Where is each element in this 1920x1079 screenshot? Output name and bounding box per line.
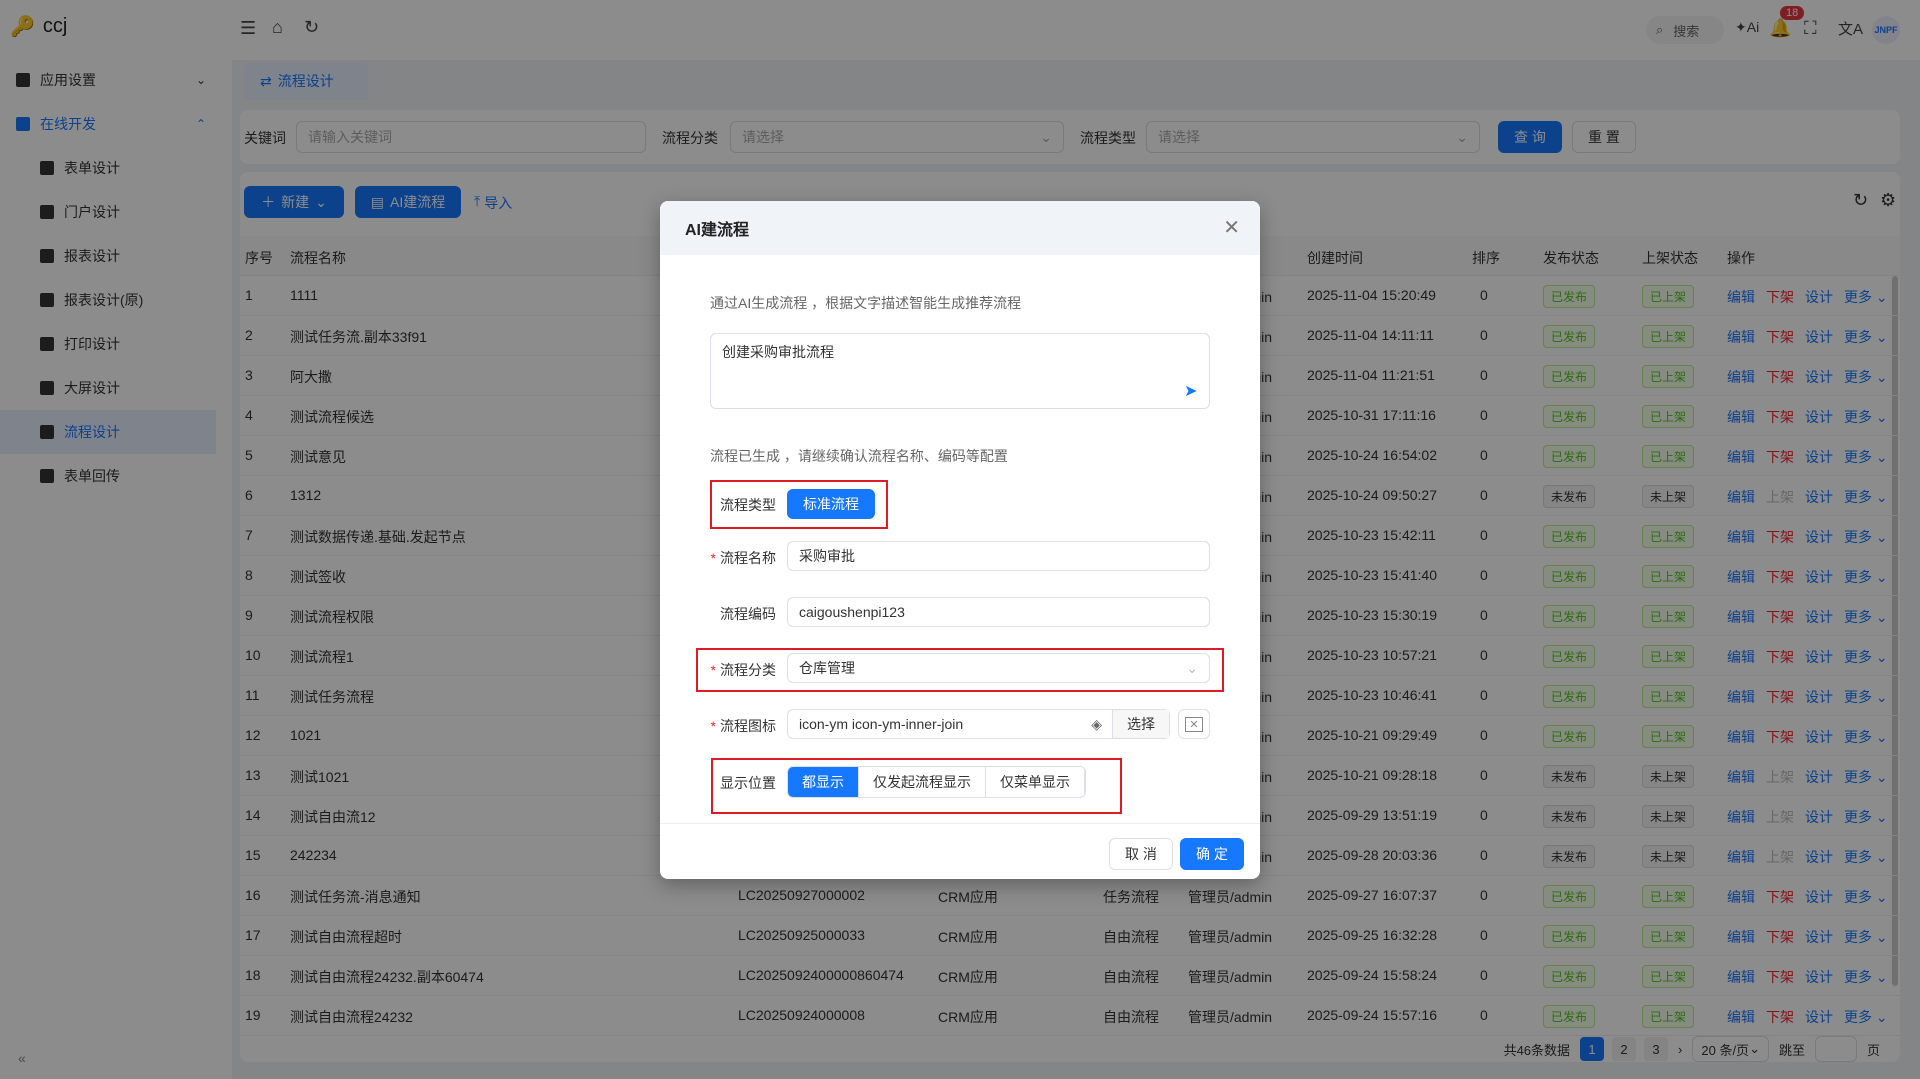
dialog-title: AI建流程 [685,222,750,239]
flow-category-select[interactable]: 仓库管理 ⌄ [787,653,1210,683]
confirm-button[interactable]: 确 定 [1180,838,1244,870]
name-label: * 流程名称 [710,550,776,566]
display-option[interactable]: 都显示 [788,767,859,797]
clear-icon-button[interactable]: ✕ [1178,709,1210,739]
display-label: 显示位置 [720,775,776,791]
category-label-text: 流程分类 [720,662,776,678]
flow-code-value: caigoushenpi123 [799,604,905,620]
generated-note: 流程已生成 ，请继续确认流程名称、编码等配置 [710,448,1008,464]
flow-category-value: 仓库管理 [799,660,855,676]
prompt-text: 创建采购审批流程 [722,344,834,360]
icon-select-button[interactable]: 选择 [1112,710,1169,738]
code-label: 流程编码 [720,606,776,622]
prompt-textarea[interactable]: 创建采购审批流程 [710,333,1210,409]
inner-join-icon: ◈ [1091,715,1102,732]
divider [660,823,1260,824]
close-icon[interactable]: ✕ [1223,215,1240,240]
type-label: 流程类型 [720,497,776,513]
icon-label-text: 流程图标 [720,718,776,734]
send-icon[interactable]: ➤ [1184,381,1197,401]
flow-icon-value: icon-ym icon-ym-inner-join [799,716,964,732]
flow-name-input[interactable]: 采购审批 [787,541,1210,571]
flow-name-value: 采购审批 [799,548,855,564]
display-option[interactable]: 仅发起流程显示 [859,767,986,797]
close-icon: ✕ [1185,716,1203,732]
display-option[interactable]: 仅菜单显示 [986,767,1085,797]
chevron-down-icon: ⌄ [1186,659,1198,676]
display-position-segmented: 都显示 仅发起流程显示 仅菜单显示 [787,766,1086,798]
flow-type-button[interactable]: 标准流程 [787,489,875,519]
category-label: * 流程分类 [710,662,776,678]
icon-label: * 流程图标 [710,718,776,734]
ai-create-flow-dialog: AI建流程 ✕ 通过AI生成流程 ，根据文字描述智能生成推荐流程 创建采购审批流… [660,201,1260,879]
flow-icon-input[interactable]: icon-ym icon-ym-inner-join ◈ 选择 [787,709,1170,739]
name-label-text: 流程名称 [720,550,776,566]
cancel-button[interactable]: 取 消 [1109,838,1173,870]
flow-code-input[interactable]: caigoushenpi123 [787,597,1210,627]
intro-text: 通过AI生成流程 ，根据文字描述智能生成推荐流程 [710,295,1022,311]
